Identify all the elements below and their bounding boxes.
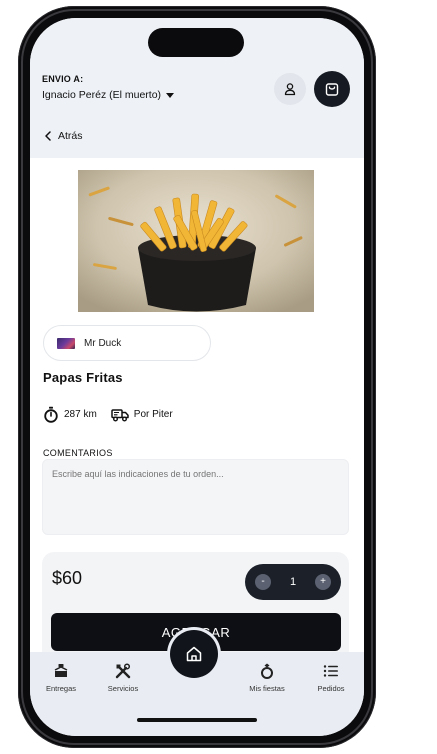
cart-button[interactable] (314, 71, 350, 107)
distance-text: 287 km (64, 409, 97, 420)
home-indicator (137, 718, 257, 722)
dynamic-island (148, 28, 244, 57)
quantity-value: 1 (289, 576, 297, 588)
back-button[interactable]: Atrás (44, 130, 83, 142)
nav-item-mis-fiestas[interactable]: Mis fiestas (236, 662, 298, 693)
list-icon (323, 665, 338, 677)
ring-icon (261, 663, 273, 679)
nav-item-entregas[interactable]: Entregas (30, 662, 92, 693)
vendor-logo (57, 337, 75, 349)
courier-info: Por Piter (111, 408, 173, 422)
stopwatch-icon (44, 406, 58, 423)
nav-item-pedidos[interactable]: Pedidos (300, 662, 362, 693)
product-title: Papas Fritas (43, 370, 123, 385)
nav-item-servicios[interactable]: Servicios (92, 662, 154, 693)
tools-icon (115, 663, 131, 679)
nav-label: Mis fiestas (249, 684, 285, 693)
comments-input[interactable] (42, 459, 349, 535)
distance-info: 287 km (43, 406, 97, 423)
vendor-chip[interactable]: Mr Duck (43, 325, 211, 361)
vendor-name: Mr Duck (84, 337, 122, 349)
nav-label: Servicios (107, 684, 139, 693)
home-icon (186, 646, 202, 662)
price: $60 (52, 568, 83, 588)
decrement-button[interactable]: - (255, 574, 271, 590)
delivery-icon (54, 664, 68, 677)
user-icon (284, 83, 296, 96)
ship-to-name: Ignacio Peréz (El muerto) (42, 89, 162, 101)
back-label: Atrás (58, 130, 83, 142)
increment-button[interactable]: + (315, 574, 331, 590)
ship-to-label: ENVIO A: (42, 74, 84, 84)
phone-frame: ENVIO A: Ignacio Peréz (El muerto) Atrás (18, 6, 376, 748)
courier-text: Por Piter (133, 409, 173, 420)
profile-button[interactable] (274, 73, 306, 105)
nav-item-home[interactable] (170, 630, 218, 678)
chevron-left-icon (45, 131, 51, 141)
delivery-meta: 287 km Por Piter (43, 406, 187, 423)
nav-label: Entregas (45, 684, 77, 693)
shopping-bag-icon (325, 83, 339, 96)
nav-label: Pedidos (317, 684, 345, 693)
comments-label: COMENTARIOS (43, 448, 113, 458)
quantity-stepper: - 1 + (245, 564, 341, 600)
delivery-truck-icon (111, 408, 129, 421)
product-image (78, 170, 314, 312)
caret-down-icon (166, 92, 175, 98)
screen: ENVIO A: Ignacio Peréz (El muerto) Atrás (30, 18, 364, 736)
ship-to-selector[interactable]: Ignacio Peréz (El muerto) (42, 89, 175, 101)
